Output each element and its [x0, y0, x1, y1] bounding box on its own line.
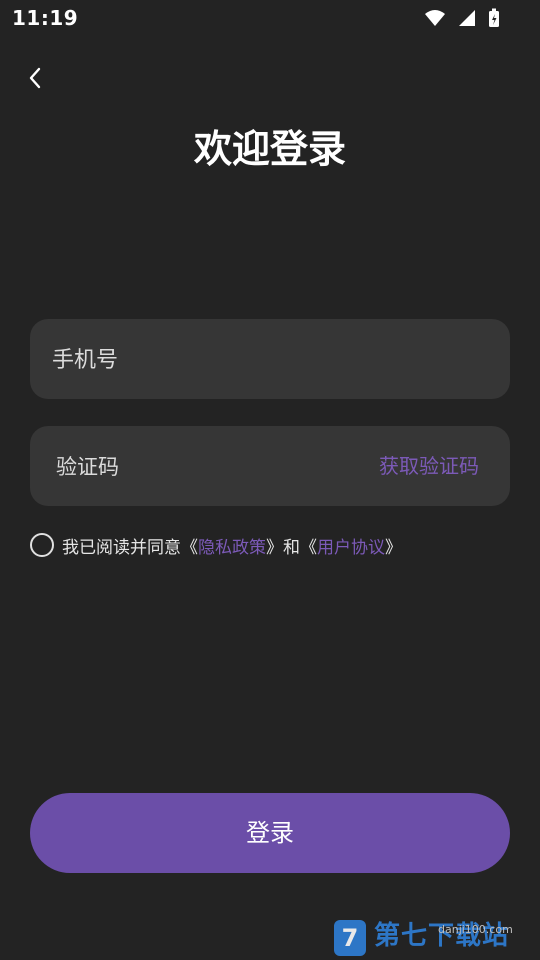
phone-input[interactable] [50, 319, 354, 401]
battery-icon [489, 8, 499, 27]
back-button[interactable] [20, 60, 50, 96]
user-agreement-link[interactable]: 用户协议 [317, 533, 385, 558]
signal-icon [459, 10, 475, 26]
watermark-logo-icon: 7 [334, 920, 366, 956]
agreement-checkbox[interactable] [30, 533, 54, 557]
phone-field[interactable] [30, 319, 510, 401]
status-time: 11:19 [12, 6, 79, 30]
close-quote: 》 [385, 537, 402, 558]
status-icons [424, 6, 500, 30]
code-field[interactable]: 获取验证码 [30, 426, 510, 508]
wifi-icon [425, 10, 445, 26]
agreement-row: 我已阅读并同意 《 隐私政策 》 和 《 用户协议 》 [30, 532, 402, 558]
login-button[interactable]: 登录 [30, 793, 510, 873]
close-quote: 》 [266, 537, 283, 558]
status-bar: 11:19 [0, 0, 540, 36]
open-quote: 《 [181, 537, 198, 558]
chevron-left-icon [29, 67, 41, 89]
watermark-subtext: danji100.com [438, 923, 513, 936]
watermark: 7 第七下载站 danji100.com [334, 912, 534, 960]
page-title: 欢迎登录 [193, 127, 346, 171]
agreement-conjunction: 和 [283, 537, 300, 558]
open-quote: 《 [300, 537, 317, 558]
agreement-text: 我已阅读并同意 [62, 537, 181, 558]
privacy-policy-link[interactable]: 隐私政策 [198, 533, 266, 558]
get-code-button[interactable]: 获取验证码 [379, 426, 479, 506]
code-input[interactable] [54, 426, 358, 508]
